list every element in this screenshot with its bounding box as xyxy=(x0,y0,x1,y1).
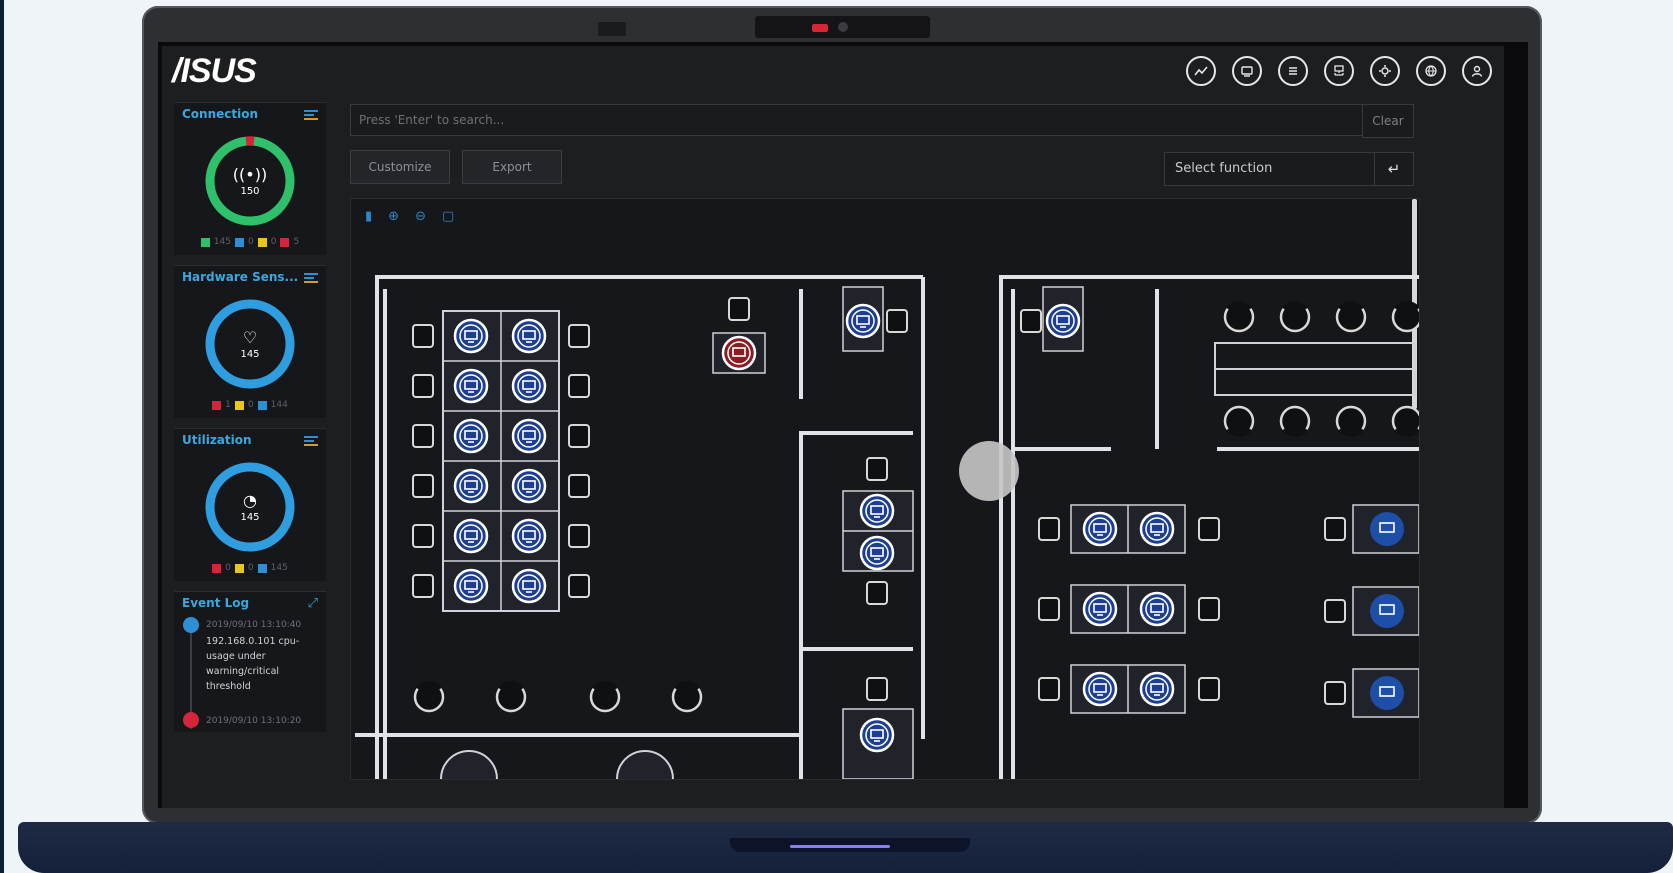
event-dot-alert[interactable] xyxy=(183,712,199,728)
event-time: 2019/09/10 13:10:20 xyxy=(206,716,302,726)
event-message: 192.168.0.101 cpu-usage under warning/cr… xyxy=(206,636,300,692)
search-bar xyxy=(350,104,1364,136)
connection-gauge: ((•)) 150 xyxy=(200,131,300,231)
customize-button[interactable]: Customize xyxy=(350,150,450,184)
menu-icon[interactable] xyxy=(304,110,318,120)
chart-icon[interactable] xyxy=(1186,56,1216,86)
legend-value: 0 xyxy=(247,563,254,573)
event-log-title: Event Log xyxy=(182,596,250,610)
device-icon[interactable] xyxy=(1232,56,1262,86)
hardware-value: 145 xyxy=(240,349,260,360)
legend-value: 145 xyxy=(213,237,231,247)
search-input[interactable] xyxy=(351,105,1363,135)
utilization-legend: 0 0 145 xyxy=(174,557,326,581)
select-function-label: Select function xyxy=(1175,161,1273,176)
legend-value: 0 xyxy=(247,237,254,247)
app-screen: /ISUS Connection ((•)) 150 145 0 0 5 Har… xyxy=(162,46,1504,808)
floor-map[interactable]: ▮ ⊕ ⊖ ▢ xyxy=(350,198,1420,780)
pan-handle[interactable] xyxy=(959,441,1019,501)
function-select[interactable]: Select function ↵ xyxy=(1164,152,1414,186)
floor-plan xyxy=(355,275,1419,779)
utilization-card: Utilization ◔ 145 0 0 145 xyxy=(174,428,326,581)
camera-led xyxy=(812,24,828,32)
top-toolbar xyxy=(1186,56,1492,86)
globe-icon[interactable] xyxy=(1416,56,1446,86)
sensor xyxy=(598,22,626,36)
utilization-value: 145 xyxy=(240,512,260,523)
connection-legend: 145 0 0 5 xyxy=(174,231,326,255)
legend-value: 5 xyxy=(293,237,300,247)
event-dot-info[interactable] xyxy=(183,617,199,633)
asus-logo: /ISUS xyxy=(172,52,257,90)
list-icon[interactable] xyxy=(1278,56,1308,86)
event-time: 2019/09/10 13:10:40 xyxy=(206,620,302,630)
menu-icon[interactable] xyxy=(304,273,318,283)
connection-card: Connection ((•)) 150 145 0 0 5 xyxy=(174,102,326,255)
event-log-card: Event Log ⤢ 2019/09/10 13:10:40 192.168.… xyxy=(174,591,326,732)
base-light xyxy=(790,845,890,848)
utilization-gauge: ◔ 145 xyxy=(200,457,300,557)
legend-value: 0 xyxy=(225,563,231,573)
menu-icon[interactable] xyxy=(304,436,318,446)
legend-value: 0 xyxy=(247,400,254,410)
heart-icon: ♡ xyxy=(242,328,258,347)
connection-value: 150 xyxy=(240,186,260,197)
speedometer-icon: ◔ xyxy=(243,491,257,510)
network-icon[interactable] xyxy=(1324,56,1354,86)
sidebar: Connection ((•)) 150 145 0 0 5 Hardware … xyxy=(174,102,326,742)
enter-icon[interactable]: ↵ xyxy=(1374,153,1413,185)
expand-icon[interactable]: ⤢ xyxy=(308,596,318,611)
legend-value: 144 xyxy=(270,400,288,410)
legend-value: 0 xyxy=(270,237,277,247)
hardware-gauge: ♡ 145 xyxy=(200,294,300,394)
legend-value: 145 xyxy=(270,563,288,573)
wifi-icon: ((•)) xyxy=(232,165,268,184)
hardware-card: Hardware Sens... ♡ 145 1 0 144 xyxy=(174,265,326,418)
settings-icon[interactable] xyxy=(1370,56,1400,86)
user-icon[interactable] xyxy=(1462,56,1492,86)
clear-button[interactable]: Clear xyxy=(1362,104,1414,138)
legend-value: 1 xyxy=(225,400,231,410)
camera-lens xyxy=(838,22,848,32)
hardware-legend: 1 0 144 xyxy=(174,394,326,418)
export-button[interactable]: Export xyxy=(462,150,562,184)
